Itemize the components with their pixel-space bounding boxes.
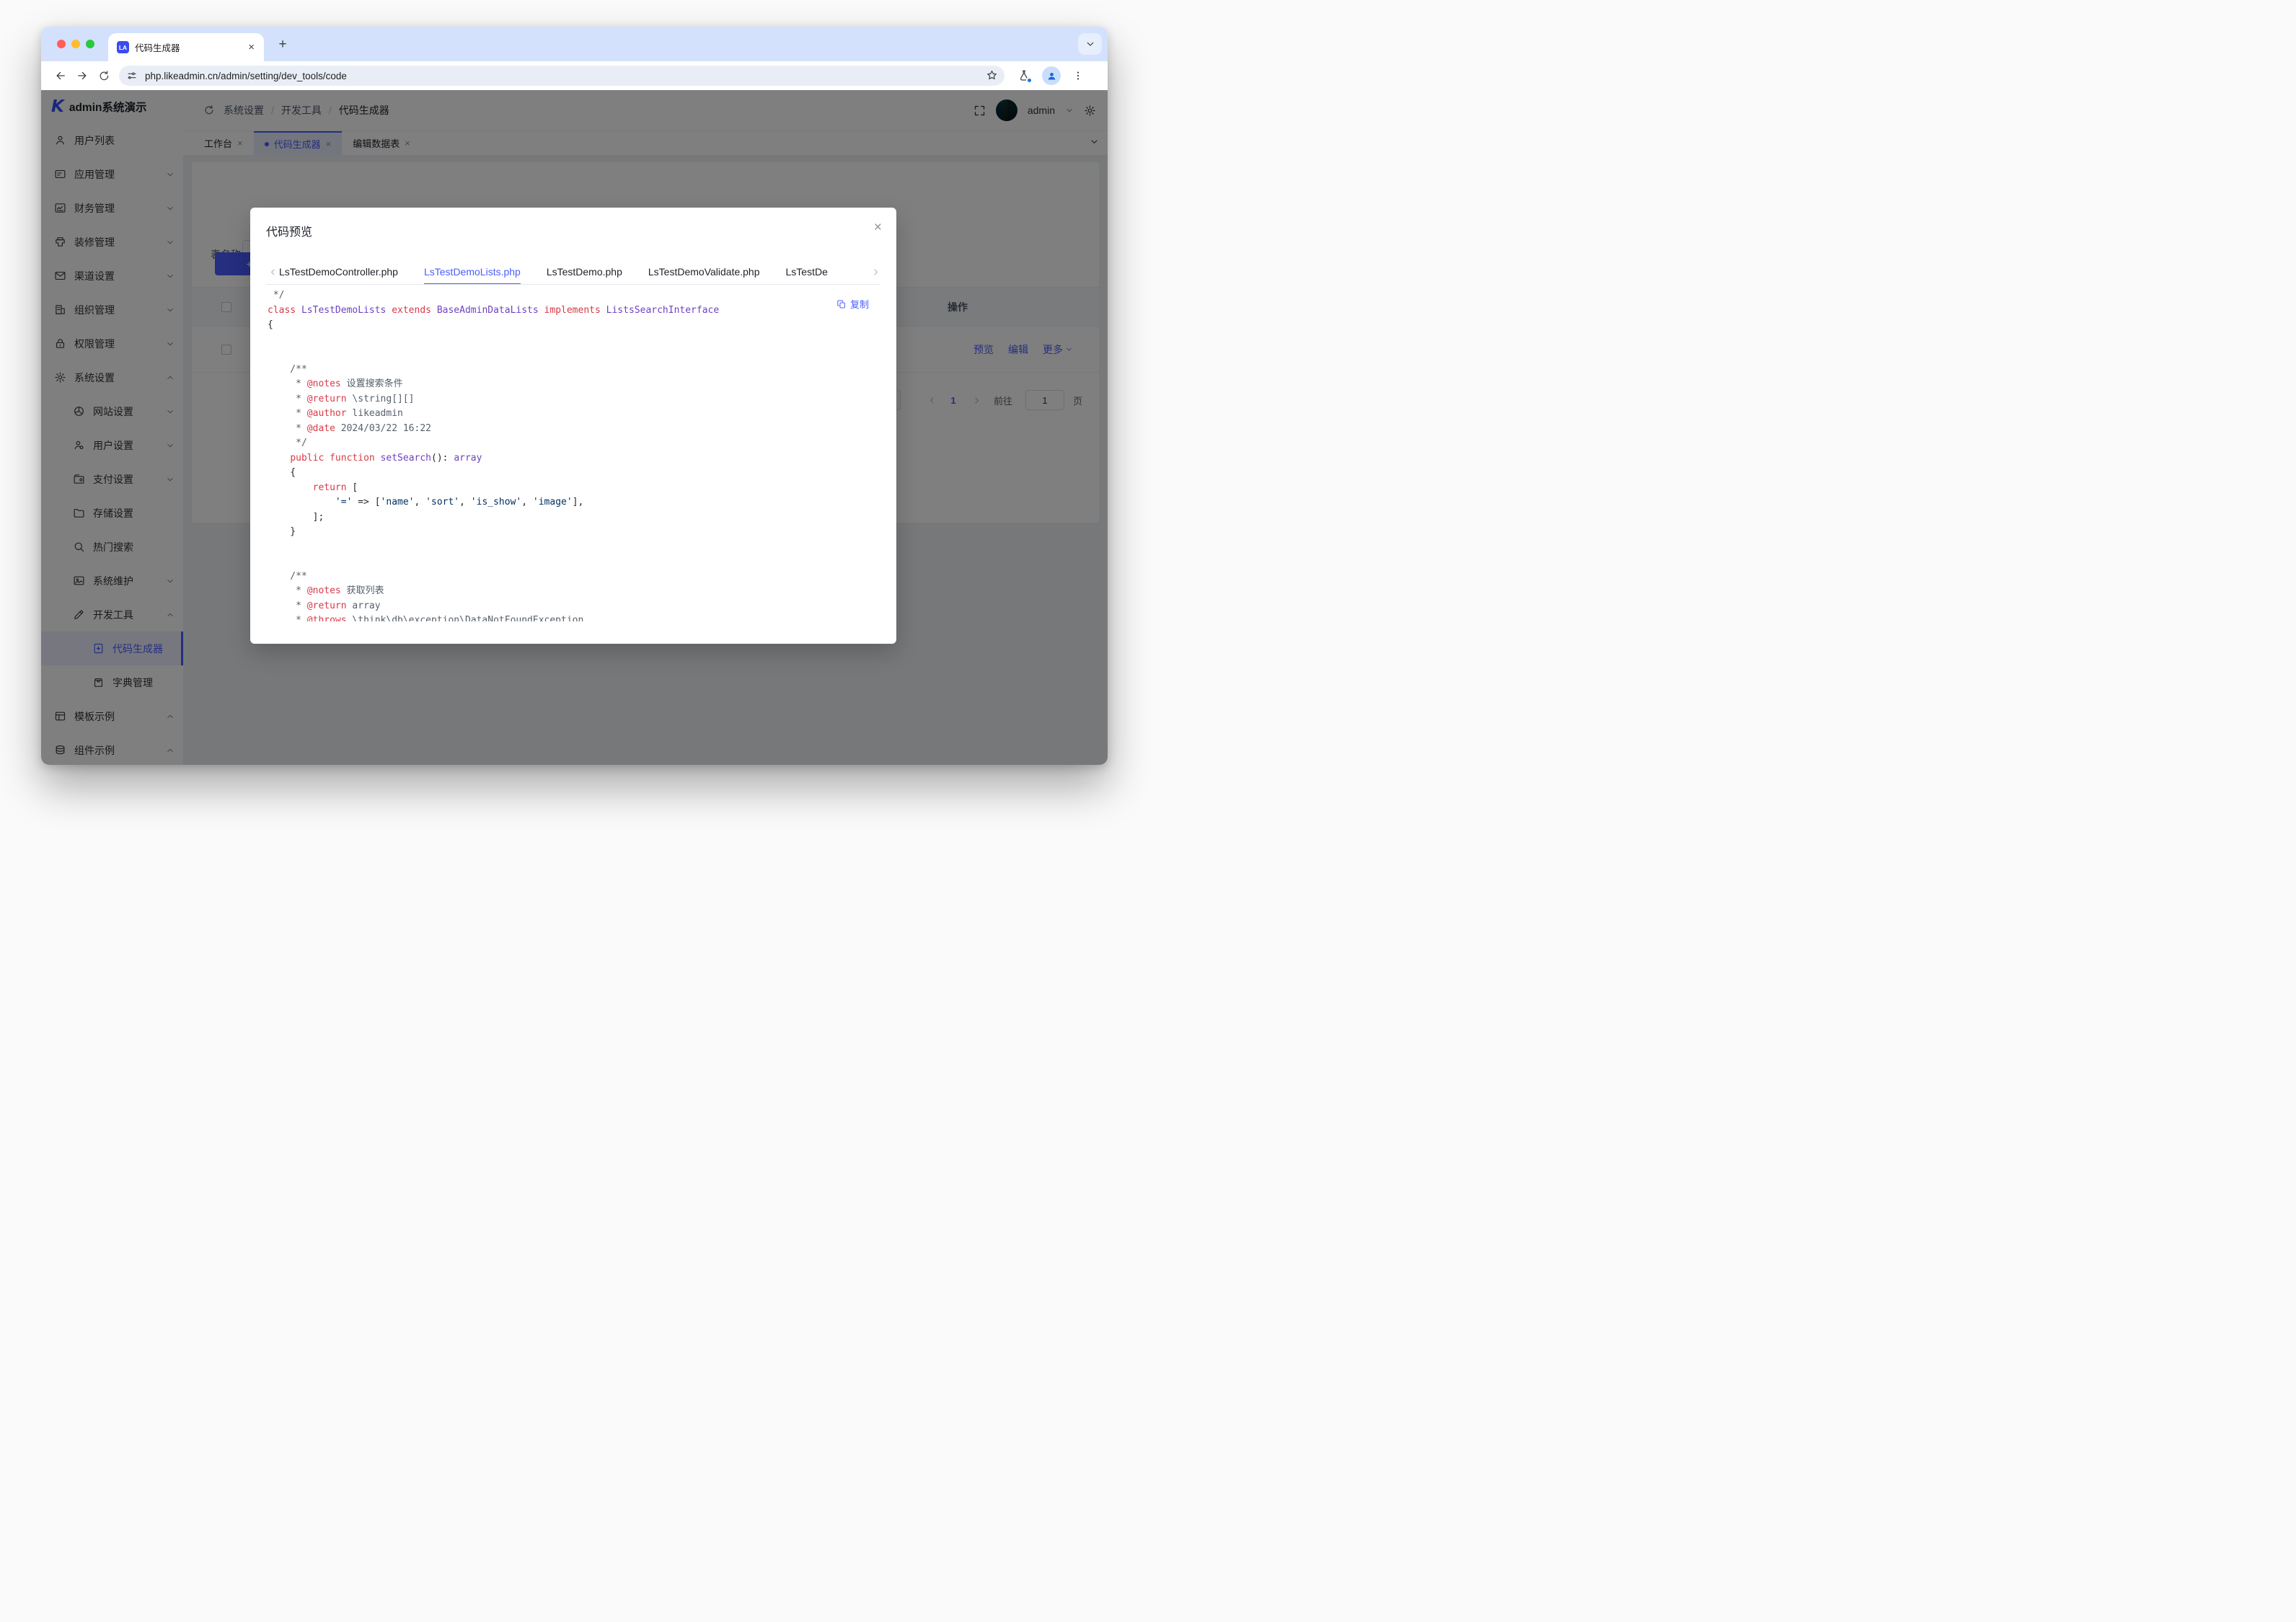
code-file-tab-list: LsTestDemoController.php LsTestDemoLists.… xyxy=(279,260,867,284)
site-favicon: LA xyxy=(117,41,129,53)
code-line: '=' => ['name', 'sort', 'is_show', 'imag… xyxy=(268,495,879,510)
minimize-window-button[interactable] xyxy=(71,40,80,48)
browser-profile-avatar[interactable] xyxy=(1042,66,1061,85)
code-line xyxy=(268,554,879,570)
browser-menu-kebab-icon[interactable] xyxy=(1072,70,1084,81)
code-file-tab-4[interactable]: LsTestDe xyxy=(786,260,828,284)
code-preview-dialog: 代码预览 × LsTestDemoController.phpLsTestDem… xyxy=(250,208,896,644)
code-line xyxy=(268,333,879,348)
browser-toolbar: php.likeadmin.cn/admin/setting/dev_tools… xyxy=(41,61,1108,90)
bookmark-star-icon[interactable] xyxy=(986,69,998,81)
code-line: * @notes 设置搜索条件 xyxy=(268,377,879,392)
code-line: * @author likeadmin xyxy=(268,407,879,422)
code-line: * @notes 获取列表 xyxy=(268,584,879,599)
code-line: * @return array xyxy=(268,599,879,614)
copy-icon xyxy=(836,299,847,309)
code-line: class LsTestDemoLists extends BaseAdminD… xyxy=(268,303,879,319)
browser-tab-title: 代码生成器 xyxy=(135,40,239,54)
tab-search-chevron-icon[interactable] xyxy=(1078,33,1102,55)
forward-button[interactable] xyxy=(71,65,93,87)
reload-button[interactable] xyxy=(93,65,115,87)
flask-badge-dot xyxy=(1026,77,1033,84)
admin-app: K admin系统演示 用户列表应用管理财务管理装修管理渠道设置组织管理权限管理… xyxy=(41,90,1108,765)
code-file-tabs: LsTestDemoController.php LsTestDemoLists.… xyxy=(266,260,880,285)
experiments-flask-icon[interactable] xyxy=(1017,69,1030,82)
tab-close-icon[interactable]: × xyxy=(244,40,258,54)
code-line: public function setSearch(): array xyxy=(268,451,879,466)
dialog-title: 代码预览 xyxy=(266,222,312,239)
code-file-tab-2[interactable]: LsTestDemo.php xyxy=(547,260,622,284)
copy-button[interactable]: 复制 xyxy=(836,297,869,311)
code-line: { xyxy=(268,466,879,481)
code-line: */ xyxy=(268,288,879,303)
code-file-tab-3[interactable]: LsTestDemoValidate.php xyxy=(648,260,760,284)
new-tab-button[interactable]: + xyxy=(273,35,292,54)
code-line: { xyxy=(268,318,879,333)
site-info-icon[interactable] xyxy=(126,70,138,81)
code-line: */ xyxy=(268,436,879,451)
browser-tab-strip: LA 代码生成器 × + xyxy=(41,27,1108,61)
code-line: * @date 2024/03/22 16:22 xyxy=(268,422,879,437)
code-line: return [ xyxy=(268,481,879,496)
tabs-scroll-left-icon[interactable] xyxy=(266,267,279,277)
dialog-close-icon[interactable]: × xyxy=(874,221,882,234)
code-file-tab-1[interactable]: LsTestDemoLists.php xyxy=(424,260,521,284)
code-line: * @throws \think\db\exception\DataNotFou… xyxy=(268,613,879,621)
code-line: /** xyxy=(268,363,879,378)
code-line: ]; xyxy=(268,510,879,526)
code-file-tab-0[interactable]: LsTestDemoController.php xyxy=(279,260,398,284)
code-line: * @return \string[][] xyxy=(268,392,879,407)
back-button[interactable] xyxy=(50,65,71,87)
zoom-window-button[interactable] xyxy=(86,40,94,48)
code-line: /** xyxy=(268,570,879,585)
tabs-scroll-right-icon[interactable] xyxy=(867,267,880,277)
code-line xyxy=(268,540,879,555)
browser-window: LA 代码生成器 × + php.likeadmin.cn/admin/sett… xyxy=(41,27,1108,765)
code-viewer[interactable]: */class LsTestDemoLists extends BaseAdmi… xyxy=(268,288,879,621)
url-text[interactable]: php.likeadmin.cn/admin/setting/dev_tools… xyxy=(145,71,347,81)
traffic-lights xyxy=(57,40,94,48)
code-line xyxy=(268,347,879,363)
address-bar[interactable]: php.likeadmin.cn/admin/setting/dev_tools… xyxy=(119,66,1004,86)
code-line: } xyxy=(268,525,879,540)
browser-tab[interactable]: LA 代码生成器 × xyxy=(108,33,264,61)
close-window-button[interactable] xyxy=(57,40,66,48)
